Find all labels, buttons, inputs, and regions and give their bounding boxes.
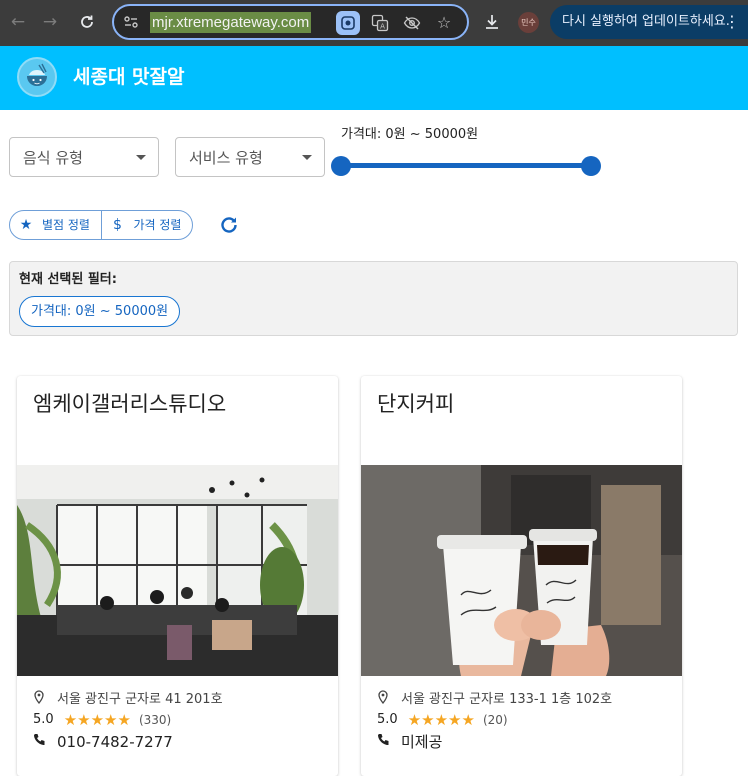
review-count: (330) — [138, 713, 172, 727]
star-rating-icon: ★★★★★ — [63, 711, 131, 729]
food-type-select[interactable]: 음식 유형 — [9, 137, 159, 177]
rating-sort-label: 별점 정렬 — [42, 218, 90, 232]
dollar-icon: $ — [113, 217, 122, 233]
location-pin-icon — [33, 690, 49, 710]
restaurant-address: 서울 광진구 군자로 133-1 1층 102호 — [401, 692, 613, 707]
restaurant-card[interactable]: 단지커피 서울 광진구 군자로 133-1 1층 102호 5.0 ★★★★★ … — [361, 376, 682, 776]
location-pin-icon — [377, 690, 393, 710]
back-arrow-icon[interactable]: ← — [7, 11, 29, 33]
phone-icon — [377, 732, 393, 752]
sort-button-group: ★ 별점 정렬 $ 가격 정렬 — [9, 210, 193, 240]
logo-bowl-icon — [17, 57, 57, 97]
app-title: 세종대 맛잘알 — [73, 66, 185, 88]
price-sort-label: 가격 정렬 — [133, 218, 182, 232]
restaurant-photo — [17, 465, 338, 676]
restaurant-name[interactable]: 엠케이갤러리스튜디오 — [33, 390, 226, 418]
filter-chip[interactable]: 가격대: 0원 ~ 50000원 — [19, 296, 181, 327]
phone-row: 미제공 — [377, 732, 677, 752]
profile-avatar[interactable]: 민수 — [518, 12, 539, 33]
rating-sort-button[interactable]: ★ 별점 정렬 — [10, 211, 101, 239]
translate-icon[interactable]: A — [371, 14, 389, 32]
update-button-label: 다시 실행하여 업데이트하세요. — [562, 14, 730, 29]
price-slider-max-thumb[interactable] — [581, 156, 601, 176]
restaurant-card[interactable]: 엠케이갤러리스튜디오 서울 광진구 군자로 41 201호 5.0 ★★★★★ … — [17, 376, 338, 776]
svg-text:A: A — [380, 23, 385, 31]
restaurant-name[interactable]: 단지커피 — [377, 390, 454, 418]
rating-value: 5.0 — [377, 712, 398, 727]
star-rating-icon: ★★★★★ — [407, 711, 475, 729]
restaurant-info: 서울 광진구 군자로 133-1 1층 102호 5.0 ★★★★★ (20) … — [377, 690, 677, 752]
address-row: 서울 광진구 군자로 133-1 1층 102호 — [377, 690, 677, 710]
update-button[interactable]: 다시 실행하여 업데이트하세요. ⋮ — [550, 5, 748, 39]
google-lens-icon[interactable] — [336, 11, 360, 35]
more-menu-icon[interactable]: ⋮ — [724, 5, 740, 39]
phone-icon — [33, 732, 49, 752]
food-type-label: 음식 유형 — [23, 149, 83, 167]
browser-toolbar: ← → mjr.xtremegateway.com A ☆ 민수 다시 실행하여… — [0, 0, 748, 46]
service-type-label: 서비스 유형 — [189, 149, 263, 167]
star-icon: ★ — [19, 217, 33, 233]
download-icon[interactable] — [481, 11, 503, 33]
restaurant-phone: 010-7482-7277 — [57, 733, 173, 751]
bookmark-star-icon[interactable]: ☆ — [435, 14, 453, 32]
forward-arrow-icon[interactable]: → — [39, 11, 61, 33]
restaurant-address: 서울 광진구 군자로 41 201호 — [57, 692, 223, 707]
price-slider-track[interactable] — [341, 163, 591, 168]
caret-down-icon — [136, 155, 146, 160]
price-range-label: 가격대: 0원 ~ 50000원 — [341, 127, 479, 142]
url-text[interactable]: mjr.xtremegateway.com — [150, 12, 312, 33]
rating-row: 5.0 ★★★★★ (20) — [377, 710, 677, 730]
review-count: (20) — [482, 713, 508, 727]
restaurant-phone: 미제공 — [401, 733, 443, 751]
rating-value: 5.0 — [33, 712, 54, 727]
restaurant-photo — [361, 465, 682, 676]
caret-down-icon — [302, 155, 312, 160]
restaurant-info: 서울 광진구 군자로 41 201호 5.0 ★★★★★ (330) 010-7… — [33, 690, 333, 752]
site-settings-icon[interactable] — [122, 14, 140, 32]
current-filters-title: 현재 선택된 필터: — [19, 272, 117, 287]
current-filters-panel: 현재 선택된 필터: 가격대: 0원 ~ 50000원 — [9, 261, 738, 336]
service-type-select[interactable]: 서비스 유형 — [175, 137, 325, 177]
price-slider-min-thumb[interactable] — [331, 156, 351, 176]
address-row: 서울 광진구 군자로 41 201호 — [33, 690, 333, 710]
refresh-icon[interactable] — [218, 214, 240, 236]
eye-off-icon[interactable] — [403, 14, 421, 32]
reload-icon[interactable] — [76, 11, 98, 33]
app-header: 세종대 맛잘알 — [0, 46, 748, 110]
phone-row: 010-7482-7277 — [33, 732, 333, 752]
address-bar[interactable]: mjr.xtremegateway.com A ☆ — [112, 4, 469, 40]
price-sort-button[interactable]: $ 가격 정렬 — [100, 211, 193, 239]
rating-row: 5.0 ★★★★★ (330) — [33, 710, 333, 730]
